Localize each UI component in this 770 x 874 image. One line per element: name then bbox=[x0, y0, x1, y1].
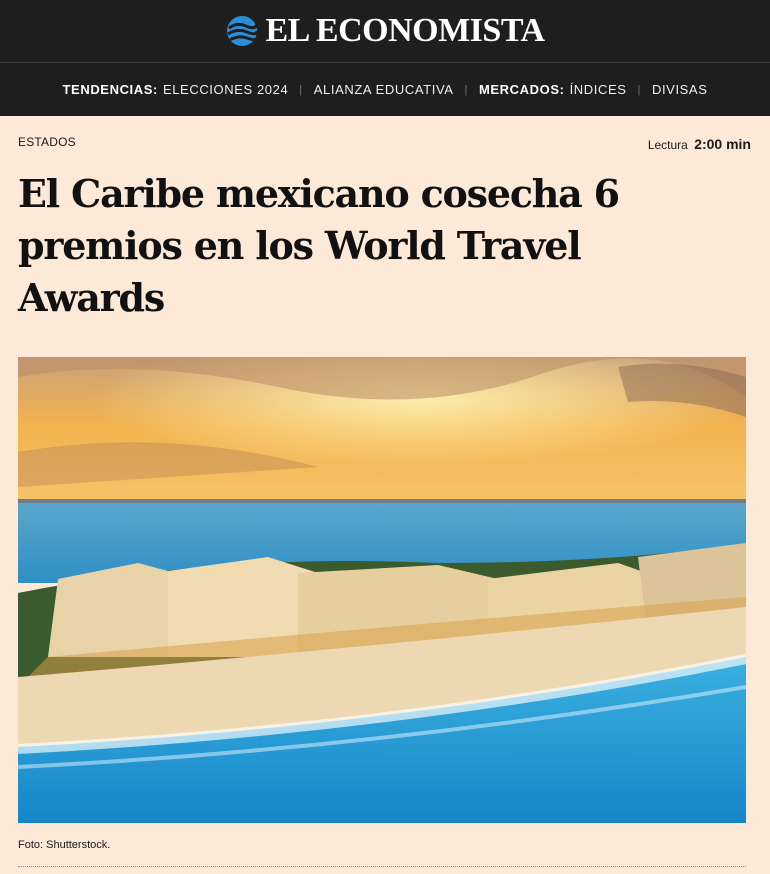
section-divider bbox=[18, 866, 746, 867]
nav-divider: | bbox=[299, 83, 303, 96]
nav-label-mercados: MERCADOS: bbox=[478, 82, 565, 97]
nav-label-tendencias: TENDENCIAS: bbox=[62, 82, 158, 97]
nav-link-indices[interactable]: ÍNDICES bbox=[570, 82, 627, 97]
reading-label: Lectura bbox=[647, 138, 688, 152]
hero-photo bbox=[18, 357, 746, 823]
globe-wave-icon[interactable] bbox=[225, 14, 259, 48]
nav-link-elecciones[interactable]: ELECCIONES 2024 bbox=[163, 82, 288, 97]
photo-caption: Foto: Shutterstock. bbox=[18, 839, 111, 851]
section-tag[interactable]: ESTADOS bbox=[18, 135, 76, 149]
site-header: EL ECONOMISTA bbox=[0, 0, 770, 63]
nav-divider: | bbox=[464, 83, 468, 96]
reading-time: Lectura 2:00 min bbox=[648, 136, 751, 152]
nav-divider: | bbox=[637, 83, 641, 96]
nav-link-divisas[interactable]: DIVISAS bbox=[652, 82, 708, 97]
reading-time-value: 2:00 min bbox=[694, 136, 751, 152]
nav-link-alianza[interactable]: ALIANZA EDUCATIVA bbox=[314, 82, 454, 97]
site-logo[interactable]: EL ECONOMISTA bbox=[265, 14, 545, 48]
article-headline: El Caribe mexicano cosecha 6 premios en … bbox=[18, 171, 620, 320]
article-meta: ESTADOS Lectura 2:00 min bbox=[0, 116, 770, 168]
trending-nav: TENDENCIAS: ELECCIONES 2024 | ALIANZA ED… bbox=[0, 63, 770, 116]
